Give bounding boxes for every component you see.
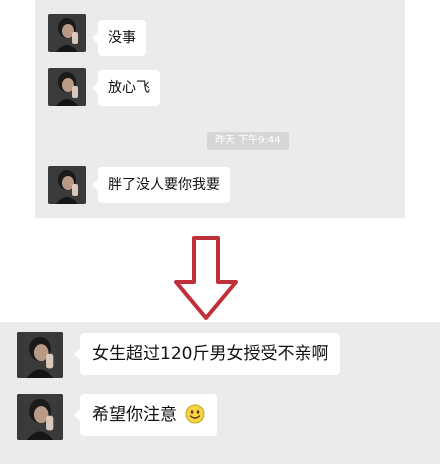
message-text: 希望你注意	[92, 405, 177, 425]
message-bubble[interactable]: 放心飞	[92, 70, 160, 106]
message-bubble[interactable]: 希望你注意	[73, 394, 218, 436]
meme-comparison: 没事 放心飞 昨天 下午9:44 胖了没人要你我要 女生超过120斤男女授受不亲…	[0, 0, 440, 464]
message-text: 胖了没人要你我要	[108, 177, 220, 193]
bottom-chat-panel: 女生超过120斤男女授受不亲啊 希望你注意	[0, 322, 440, 464]
sender-avatar[interactable]	[48, 14, 86, 52]
timestamp-label: 昨天 下午9:44	[207, 132, 289, 150]
top-chat-panel: 没事 放心飞 昨天 下午9:44 胖了没人要你我要	[35, 0, 405, 218]
message-bubble[interactable]: 没事	[92, 20, 146, 56]
down-arrow-icon	[172, 236, 240, 322]
message-text: 放心飞	[108, 80, 150, 96]
message-bubble[interactable]: 胖了没人要你我要	[92, 167, 230, 203]
message-text: 女生超过120斤男女授受不亲啊	[92, 344, 329, 364]
sender-avatar[interactable]	[17, 394, 63, 440]
sender-avatar[interactable]	[48, 166, 86, 204]
message-text: 没事	[108, 30, 136, 46]
message-bubble[interactable]: 女生超过120斤男女授受不亲啊	[73, 333, 341, 375]
sender-avatar[interactable]	[48, 68, 86, 106]
smile-emoji-icon	[185, 404, 205, 424]
sender-avatar[interactable]	[17, 332, 63, 378]
